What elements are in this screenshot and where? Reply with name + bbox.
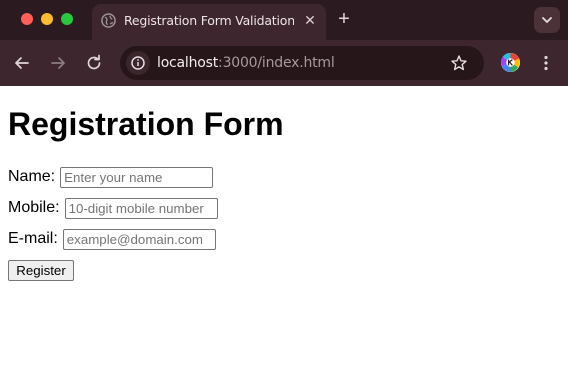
- tab-close-icon[interactable]: ✕: [302, 12, 318, 28]
- mobile-input[interactable]: [64, 197, 218, 219]
- bookmark-star-icon[interactable]: [450, 54, 468, 72]
- active-tab[interactable]: Registration Form Validation ✕: [92, 4, 326, 40]
- info-icon: [131, 56, 145, 70]
- page-title: Registration Form: [8, 106, 284, 142]
- new-tab-button[interactable]: +: [334, 9, 354, 29]
- name-row: Name:: [8, 166, 214, 188]
- window-maximize-button[interactable]: [61, 13, 73, 25]
- email-label: E-mail:: [8, 230, 58, 247]
- register-button[interactable]: Register: [8, 260, 74, 281]
- tab-title: Registration Form Validation: [124, 13, 294, 28]
- globe-icon: [101, 13, 116, 28]
- chevron-down-icon: [542, 17, 552, 23]
- mobile-row: Mobile:: [8, 197, 218, 219]
- site-info-button[interactable]: [126, 51, 150, 75]
- name-label: Name:: [8, 168, 56, 185]
- tab-search-button[interactable]: [534, 7, 560, 33]
- mobile-label: Mobile:: [8, 199, 60, 216]
- forward-arrow-icon[interactable]: [48, 53, 68, 73]
- url-path: :3000/index.html: [218, 55, 335, 71]
- back-arrow-icon[interactable]: [12, 53, 32, 73]
- window-close-button[interactable]: [21, 13, 33, 25]
- name-input[interactable]: [60, 166, 214, 188]
- address-bar[interactable]: localhost:3000/index.html: [120, 46, 484, 80]
- email-row: E-mail:: [8, 228, 216, 250]
- profile-avatar-icon[interactable]: [500, 52, 521, 73]
- browser-toolbar: localhost:3000/index.html: [0, 40, 568, 86]
- reload-icon[interactable]: [84, 53, 104, 73]
- url-host: localhost: [157, 55, 219, 71]
- browser-tab-strip: Registration Form Validation ✕ +: [0, 0, 568, 40]
- window-minimize-button[interactable]: [41, 13, 53, 25]
- page-content: Registration Form Name: Mobile: E-mail: …: [0, 86, 568, 375]
- email-input[interactable]: [62, 228, 216, 250]
- more-menu-icon[interactable]: [536, 53, 556, 73]
- url-text: localhost:3000/index.html: [157, 55, 335, 71]
